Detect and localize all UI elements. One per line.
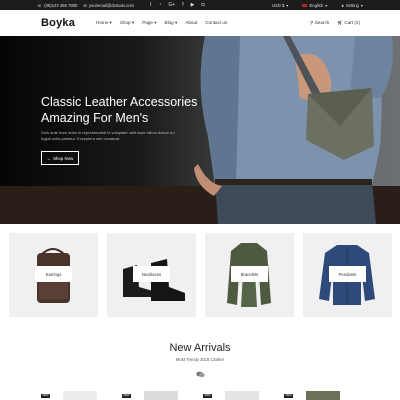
category-tiles: Earrings Necklaces Bracelets Pendants — [9, 233, 392, 317]
email-icon: ✉ — [83, 2, 87, 8]
product-image — [63, 391, 97, 400]
product-card[interactable]: NEW — [122, 391, 208, 400]
site-header: Boyka Home ▾ Shop ▾ Page ▾ Blog ▾ About … — [0, 10, 400, 37]
arrow-right-icon: → — [46, 155, 52, 161]
rss-icon[interactable]: ◔ — [158, 2, 161, 8]
hero-banner: Classic Leather Accessories Amazing For … — [0, 36, 400, 224]
nav-item-home[interactable]: Home ▾ — [96, 20, 112, 26]
category-tile[interactable]: Bracelets — [205, 233, 294, 317]
youtube-icon[interactable]: ▶ — [191, 2, 195, 8]
logo[interactable]: Boyka — [41, 17, 75, 29]
language-value: English — [309, 2, 324, 8]
search-icon: ⚲ — [310, 20, 314, 25]
category-tile[interactable]: Earrings — [9, 233, 98, 317]
cart-label: Cart (2) — [344, 20, 360, 25]
product-card[interactable]: NEW — [203, 391, 289, 400]
currency-value: USD $ — [272, 2, 285, 8]
product-image — [225, 391, 259, 400]
category-tile[interactable]: Necklaces — [107, 233, 196, 317]
product-image — [144, 391, 178, 400]
user-icon: ● — [341, 2, 344, 8]
shop-now-label: Shop Now — [53, 155, 74, 161]
category-label: Bracelets — [231, 266, 268, 282]
top-bar: ☏ (08)123 456 7890 ✉ youremail@domain.co… — [0, 0, 400, 10]
facebook-icon[interactable]: f — [182, 2, 183, 8]
nav-item-about[interactable]: About — [185, 20, 197, 26]
product-image — [306, 391, 340, 400]
new-badge: NEW — [203, 394, 212, 398]
google-plus-icon[interactable]: G+ — [168, 2, 175, 8]
nav-item-shop[interactable]: Shop ▾ — [120, 20, 134, 26]
phone-icon: ☏ — [37, 2, 43, 8]
category-label: Necklaces — [133, 266, 170, 282]
chevron-down-icon: ▾ — [325, 2, 328, 8]
product-card[interactable]: NEW — [284, 391, 370, 400]
account-dropdown[interactable]: ● Setting ▾ — [341, 3, 363, 8]
instagram-icon[interactable]: ◘ — [201, 2, 204, 8]
nav-item-contact[interactable]: Contact us — [205, 20, 227, 26]
phone-item[interactable]: ☏ (08)123 456 7890 — [37, 3, 77, 8]
phone-number: (08)123 456 7890 — [44, 2, 78, 8]
email-address: youremail@domain.com — [88, 2, 135, 8]
hero-description: Duis aute irure dolor in reprehenderit i… — [41, 130, 175, 141]
chevron-down-icon: ▾ — [360, 2, 363, 8]
email-item[interactable]: ✉ youremail@domain.com — [83, 3, 134, 8]
category-tile[interactable]: Pendants — [303, 233, 392, 317]
search-label: Search — [314, 20, 330, 25]
chevron-down-icon: ▾ — [286, 2, 289, 8]
flag-icon — [302, 3, 308, 7]
product-card[interactable]: NEW — [41, 391, 127, 400]
search-button[interactable]: ⚲ Search — [310, 20, 329, 26]
shop-now-button[interactable]: → Shop Now — [41, 151, 79, 165]
category-label: Pendants — [329, 266, 366, 282]
chat-bubble-icon — [196, 371, 205, 378]
twitter-icon[interactable]: t — [150, 2, 151, 8]
account-label: Setting — [345, 2, 359, 8]
language-dropdown[interactable]: English ▾ — [302, 3, 327, 8]
nav-item-blog[interactable]: Blog ▾ — [165, 20, 178, 26]
new-badge: NEW — [41, 394, 50, 398]
category-label: Earrings — [35, 266, 72, 282]
nav-item-page[interactable]: Page ▾ — [142, 20, 156, 26]
section-title: New Arrivals — [169, 342, 231, 354]
cart-icon: 🛒︎ — [337, 20, 344, 25]
section-subtitle: Most Trendy 2018 Clother — [175, 357, 225, 362]
new-badge: NEW — [122, 394, 131, 398]
social-links: t ◔ G+ f ▶ ◘ — [150, 2, 205, 8]
new-badge: NEW — [284, 394, 293, 398]
hero-title: Classic Leather Accessories Amazing For … — [41, 95, 198, 125]
currency-dropdown[interactable]: USD $ ▾ — [272, 3, 288, 8]
main-nav: Home ▾ Shop ▾ Page ▾ Blog ▾ About Contac… — [96, 20, 227, 26]
cart-button[interactable]: 🛒︎ Cart (2) — [337, 20, 360, 26]
